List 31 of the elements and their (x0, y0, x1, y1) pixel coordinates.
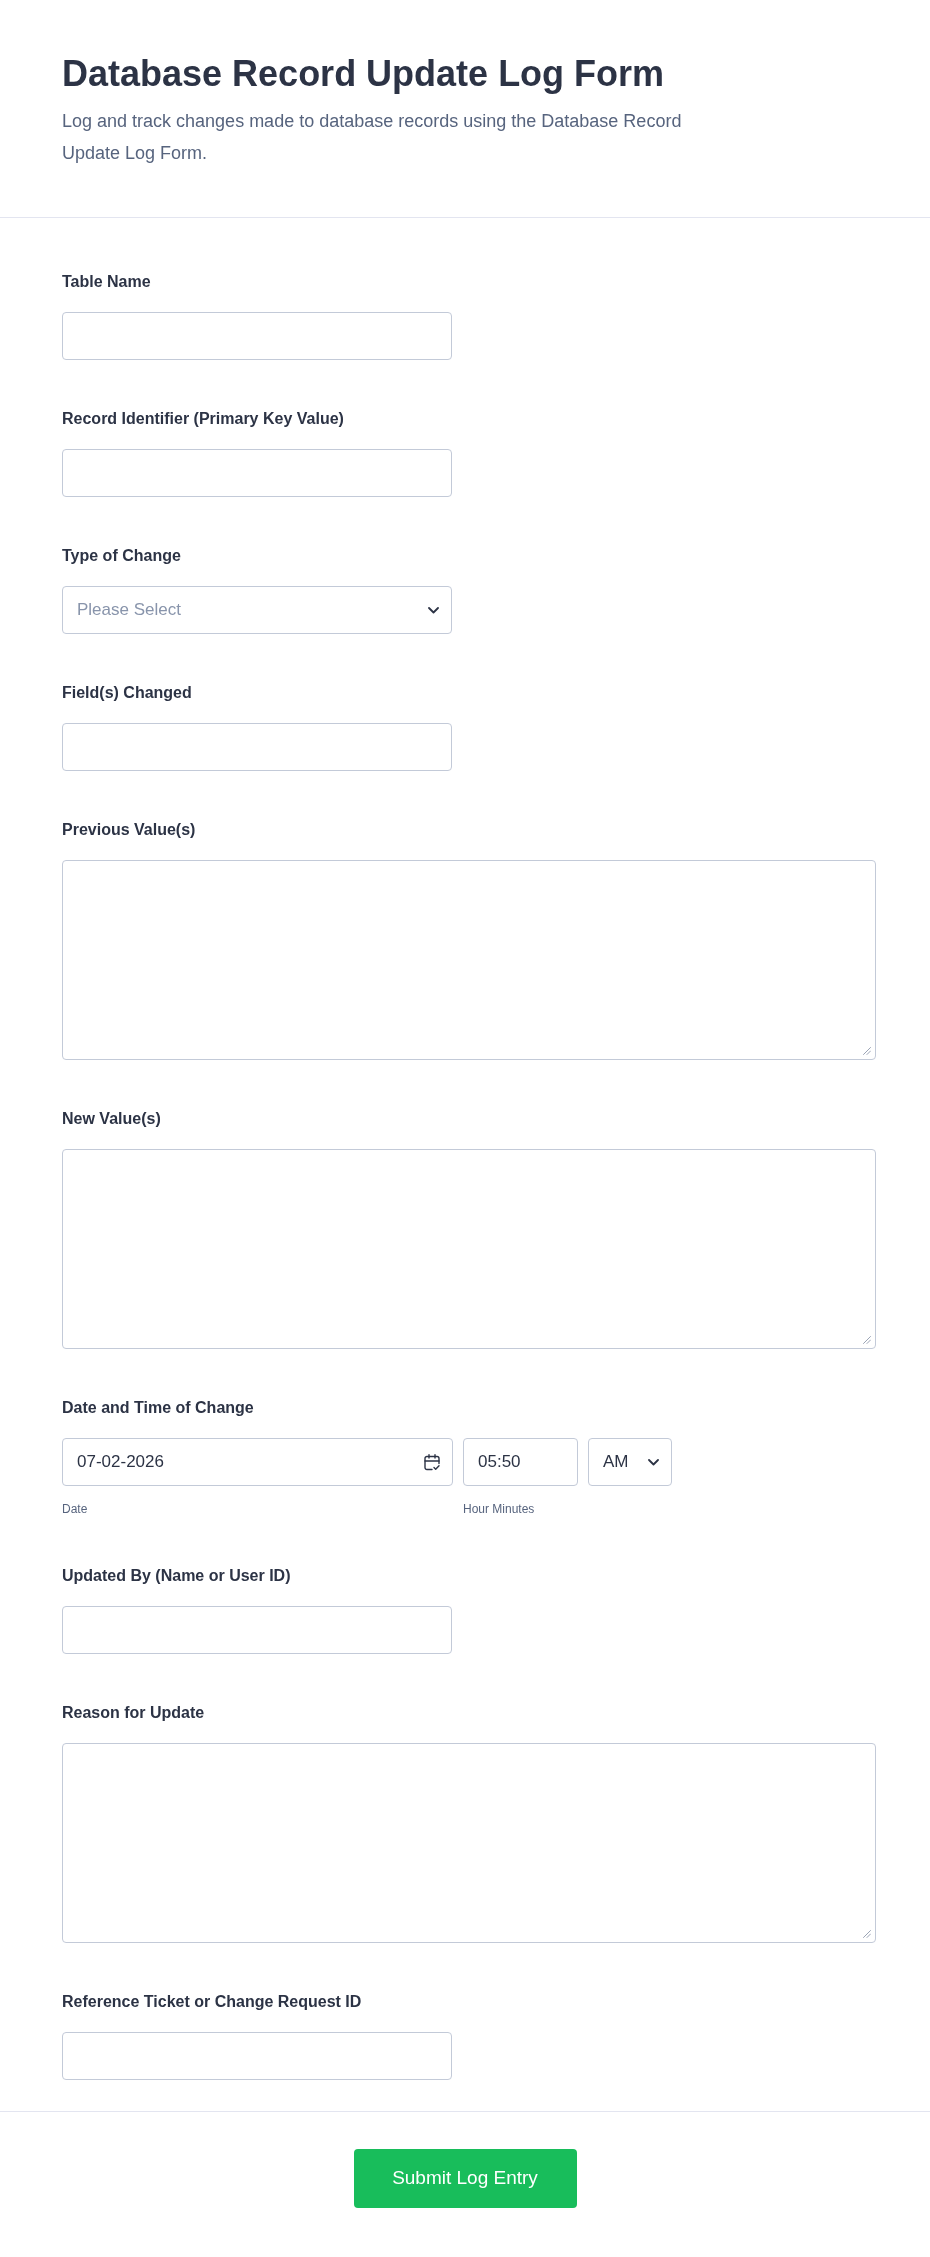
chevron-down-icon (428, 606, 439, 614)
field-label: Reference Ticket or Change Request ID (62, 1992, 363, 2012)
form-description: Log and track changes made to database records using the Database Record Update Log Form. (62, 110, 683, 165)
field-label: Previous Value(s) (62, 820, 197, 840)
resize-grip-icon[interactable] (863, 1930, 871, 1938)
text-area[interactable] (62, 860, 876, 1060)
text-input[interactable] (62, 2032, 452, 2080)
chevron-down-icon (648, 1458, 659, 1466)
form-title: Database Record Update Log Form (62, 52, 666, 96)
field-label: Record Identifier (Primary Key Value) (62, 409, 345, 429)
field-label: Type of Change (62, 546, 182, 566)
calendar-check-icon (424, 1453, 440, 1471)
field-label: Field(s) Changed (62, 683, 193, 703)
period-select[interactable]: AM (588, 1438, 672, 1486)
resize-grip-icon[interactable] (863, 1336, 871, 1344)
text-area[interactable] (62, 1149, 876, 1349)
text-area[interactable] (62, 1743, 876, 1943)
date-field[interactable]: 07-02-2026 (62, 1438, 453, 1486)
field-label: Date and Time of Change (62, 1398, 255, 1418)
text-input[interactable] (62, 312, 452, 360)
field-label: Table Name (62, 272, 152, 292)
text-input[interactable] (62, 1606, 452, 1654)
field-label: Updated By (Name or User ID) (62, 1566, 292, 1586)
field-label: Reason for Update (62, 1703, 206, 1723)
resize-grip-icon[interactable] (863, 1047, 871, 1055)
field-label: New Value(s) (62, 1109, 162, 1129)
text-input[interactable] (62, 449, 452, 497)
text-input[interactable] (62, 723, 452, 771)
time-field[interactable]: 05:50 (463, 1438, 578, 1486)
field-sublabel: Date (62, 1501, 89, 1517)
field-sublabel: Hour Minutes (463, 1501, 536, 1517)
